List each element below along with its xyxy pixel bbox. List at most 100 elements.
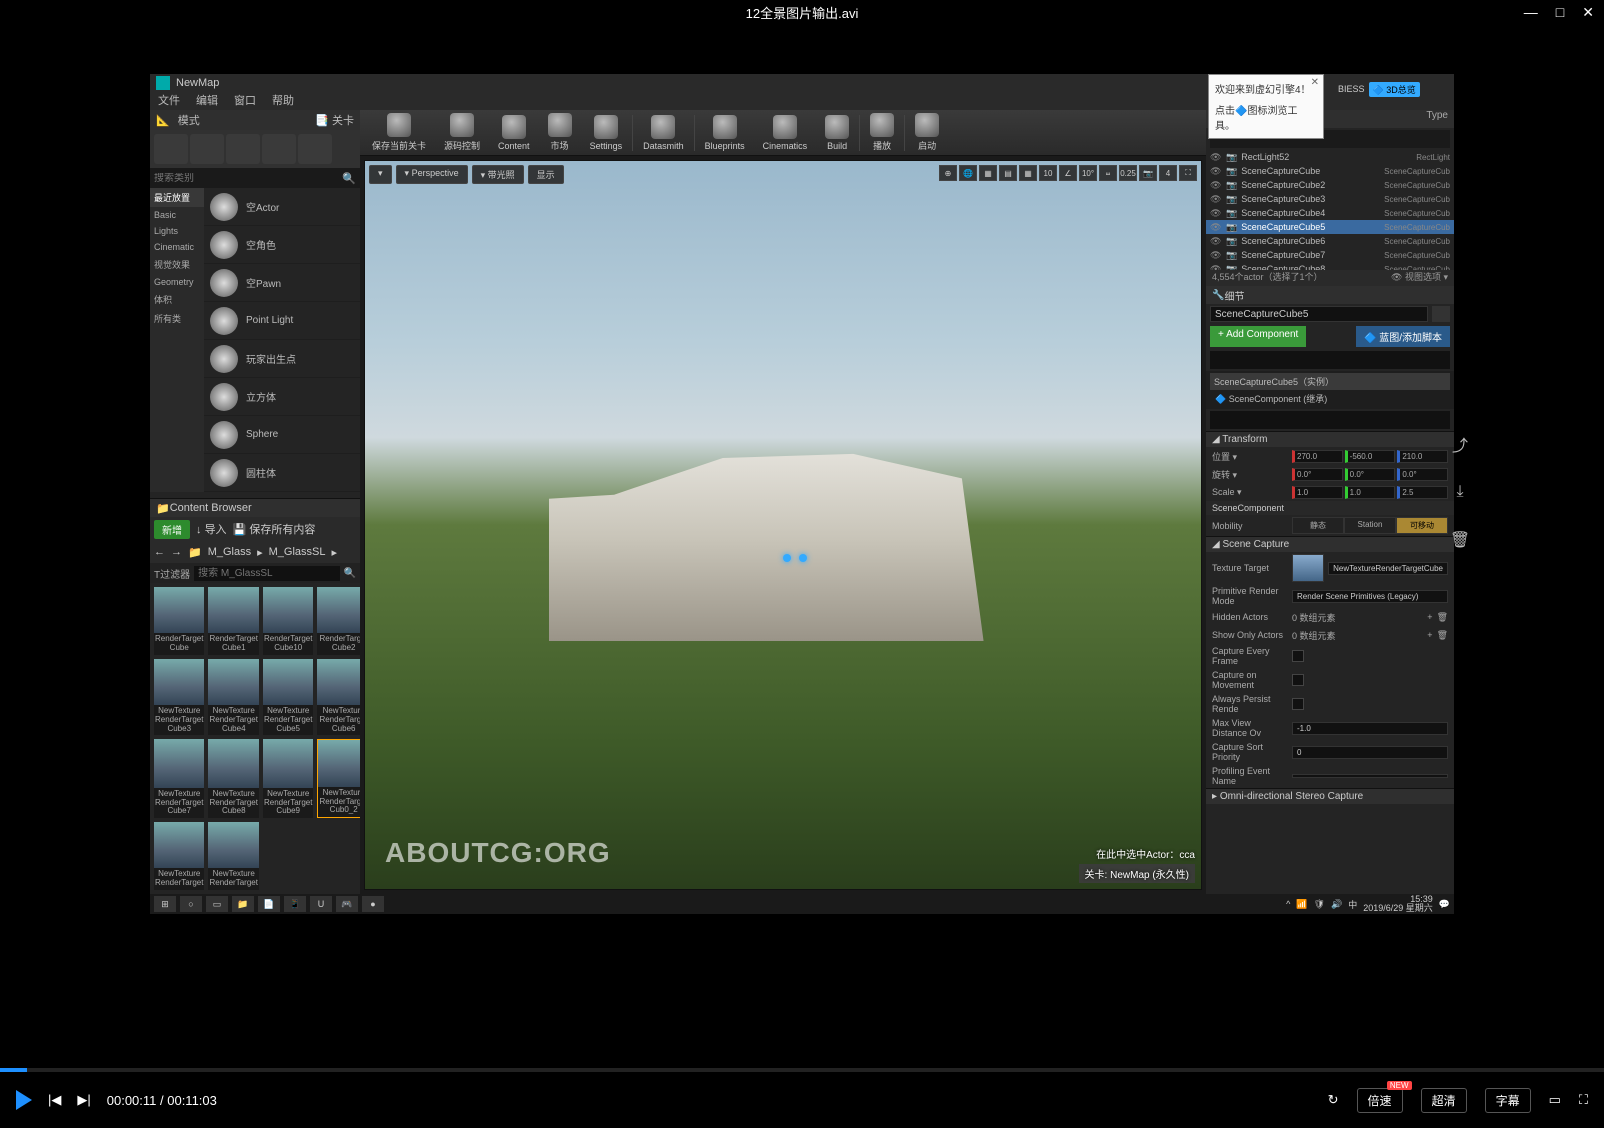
toolbar-Settings[interactable]: Settings xyxy=(582,113,631,153)
quality-button[interactable]: 超清 xyxy=(1421,1088,1467,1113)
scale-y[interactable]: 1.0 xyxy=(1345,486,1396,499)
visibility-icon[interactable]: 👁 xyxy=(1210,208,1222,219)
asset-item[interactable]: RenderTarget Cube1 xyxy=(208,587,258,655)
toolbar-保存当前关卡[interactable]: 保存当前关卡 xyxy=(364,111,434,154)
toolbar-启动[interactable]: 启动 xyxy=(907,111,947,154)
capture-move-checkbox[interactable] xyxy=(1292,674,1304,686)
lock-icon[interactable] xyxy=(1432,306,1450,322)
outliner-row[interactable]: 👁📷SceneCaptureCubeSceneCaptureCub xyxy=(1206,164,1454,178)
download-icon[interactable]: ⤓ xyxy=(1446,478,1474,506)
cb-filter-button[interactable]: T过滤器 xyxy=(154,566,190,581)
visibility-icon[interactable]: 👁 xyxy=(1210,180,1222,191)
prim-mode-dropdown[interactable]: Render Scene Primitives (Legacy) xyxy=(1292,590,1448,603)
cb-back-icon[interactable]: ← xyxy=(154,546,165,558)
menu-edit[interactable]: 编辑 xyxy=(196,92,218,110)
vp-show[interactable]: 显示 xyxy=(528,165,564,184)
mobility-movable[interactable]: 可移动 xyxy=(1396,517,1448,534)
texture-thumb[interactable] xyxy=(1292,554,1324,582)
menu-window[interactable]: 窗口 xyxy=(234,92,256,110)
ue-app-icon[interactable]: U xyxy=(310,896,332,912)
vp-perspective[interactable]: ▾ Perspective xyxy=(396,165,468,184)
asset-item[interactable]: NewTexture RenderTarget Cub0_2 xyxy=(317,739,360,818)
place-item[interactable]: 空角色 xyxy=(204,226,360,264)
details-tab[interactable]: 🔧 细节 xyxy=(1206,286,1454,304)
mobility-static[interactable]: 静态 xyxy=(1292,517,1344,534)
tray-net-icon[interactable]: 📶 xyxy=(1296,899,1307,910)
cat-visual[interactable]: 视觉效果 xyxy=(150,255,204,274)
asset-item[interactable]: NewTexture RenderTarget Cube9 xyxy=(263,739,313,818)
cortana-button[interactable]: ○ xyxy=(180,896,202,912)
transform-header[interactable]: ◢ Transform xyxy=(1206,432,1454,447)
toolbar-播放[interactable]: 播放 xyxy=(862,111,902,154)
start-button[interactable]: ⊞ xyxy=(154,896,176,912)
cb-import-button[interactable]: ↓ 导入 xyxy=(196,521,227,537)
visibility-icon[interactable]: 👁 xyxy=(1210,152,1222,163)
vp-scale-icon[interactable]: ⧢ xyxy=(1099,165,1117,181)
tree-root[interactable]: SceneCaptureCube5（实例） xyxy=(1210,373,1450,390)
close-button[interactable]: ✕ xyxy=(1582,4,1594,21)
tray-notification-icon[interactable]: 💬 xyxy=(1439,899,1450,910)
tray-shield-icon[interactable]: 🛡 xyxy=(1314,899,1325,910)
toolbar-源码控制[interactable]: 源码控制 xyxy=(436,111,488,154)
rot-y[interactable]: 0.0° xyxy=(1345,468,1396,481)
speed-button[interactable]: 倍速NEW xyxy=(1357,1088,1403,1113)
toolbar-Cinematics[interactable]: Cinematics xyxy=(755,113,816,153)
place-item[interactable]: 圆柱体 xyxy=(204,454,360,492)
visibility-icon[interactable]: 👁 xyxy=(1210,194,1222,205)
tray-ime-icon[interactable]: 中 xyxy=(1348,898,1357,911)
taskview-button[interactable]: ▭ xyxy=(206,896,228,912)
loop-button[interactable]: ↻ xyxy=(1328,1092,1339,1108)
prev-button[interactable]: |◀ xyxy=(48,1092,61,1108)
paint-mode-icon[interactable] xyxy=(190,134,224,164)
asset-item[interactable]: NewTexture RenderTarget Cube7 xyxy=(154,739,204,818)
maximize-button[interactable]: □ xyxy=(1556,4,1564,21)
cat-lights[interactable]: Lights xyxy=(150,223,204,239)
cat-geometry[interactable]: Geometry xyxy=(150,274,204,290)
visibility-icon[interactable]: 👁 xyxy=(1210,236,1222,247)
place-mode-icon[interactable] xyxy=(154,134,188,164)
place-item[interactable]: 空Actor xyxy=(204,188,360,226)
asset-item[interactable]: NewTexture RenderTarget xyxy=(208,822,258,890)
app-icon[interactable]: ● xyxy=(362,896,384,912)
visibility-icon[interactable]: 👁 xyxy=(1210,166,1222,177)
next-button[interactable]: ▶| xyxy=(77,1092,90,1108)
add-icon[interactable]: + xyxy=(1427,612,1432,622)
geometry-mode-icon[interactable] xyxy=(298,134,332,164)
visibility-icon[interactable]: 👁 xyxy=(1210,222,1222,233)
add-icon[interactable]: + xyxy=(1427,630,1432,640)
vp-speed-val[interactable]: 4 xyxy=(1159,165,1177,181)
sort-priority-field[interactable]: 0 xyxy=(1292,746,1448,759)
subtitle-button[interactable]: 字幕 xyxy=(1485,1088,1531,1113)
max-view-field[interactable]: -1.0 xyxy=(1292,722,1448,735)
asset-item[interactable]: RenderTarget Cube2 xyxy=(317,587,360,655)
loc-y[interactable]: -560.0 xyxy=(1345,450,1396,463)
progress-bar[interactable] xyxy=(0,1068,1604,1072)
vp-angle-val[interactable]: 10° xyxy=(1079,165,1097,181)
asset-item[interactable]: NewTexture RenderTarget Cube8 xyxy=(208,739,258,818)
trash-icon[interactable]: 🗑 xyxy=(1437,630,1448,641)
scale-z[interactable]: 2.5 xyxy=(1397,486,1448,499)
vp-snap-val[interactable]: 10 xyxy=(1039,165,1057,181)
vp-scale-val[interactable]: 0.25 xyxy=(1119,165,1137,181)
tray-arrow[interactable]: ^ xyxy=(1286,899,1290,909)
asset-item[interactable]: NewTexture RenderTarget Cube5 xyxy=(263,659,313,736)
outliner-row[interactable]: 👁📷SceneCaptureCube6SceneCaptureCub xyxy=(1206,234,1454,248)
fullscreen-button[interactable]: ⛶ xyxy=(1579,1092,1588,1108)
vp-snap-icon[interactable]: ▦ xyxy=(979,165,997,181)
viewport[interactable]: ▾ ▾ Perspective ▾ 带光照 显示 ⊕ 🌐 ▦ ▤ ▦ 10 xyxy=(364,160,1202,890)
play-button[interactable] xyxy=(16,1090,32,1110)
cat-volumes[interactable]: 体积 xyxy=(150,290,204,309)
tray-sound-icon[interactable]: 🔊 xyxy=(1331,899,1342,910)
cb-search-input[interactable] xyxy=(194,566,339,581)
details-search[interactable] xyxy=(1210,411,1450,429)
vp-grid-icon[interactable]: ▦ xyxy=(1019,165,1037,181)
vp-lit[interactable]: ▾ 带光照 xyxy=(472,165,524,184)
welcome-close-icon[interactable]: ✕ xyxy=(1311,77,1319,88)
app-icon[interactable]: 📱 xyxy=(284,896,306,912)
foliage-mode-icon[interactable] xyxy=(262,134,296,164)
asset-item[interactable]: RenderTarget Cube10 xyxy=(263,587,313,655)
tree-child[interactable]: 🔷 SceneComponent (继承) xyxy=(1210,390,1450,407)
landscape-mode-icon[interactable] xyxy=(226,134,260,164)
outliner-row[interactable]: 👁📷SceneCaptureCube4SceneCaptureCub xyxy=(1206,206,1454,220)
trash-icon[interactable]: 🗑 xyxy=(1446,526,1474,554)
